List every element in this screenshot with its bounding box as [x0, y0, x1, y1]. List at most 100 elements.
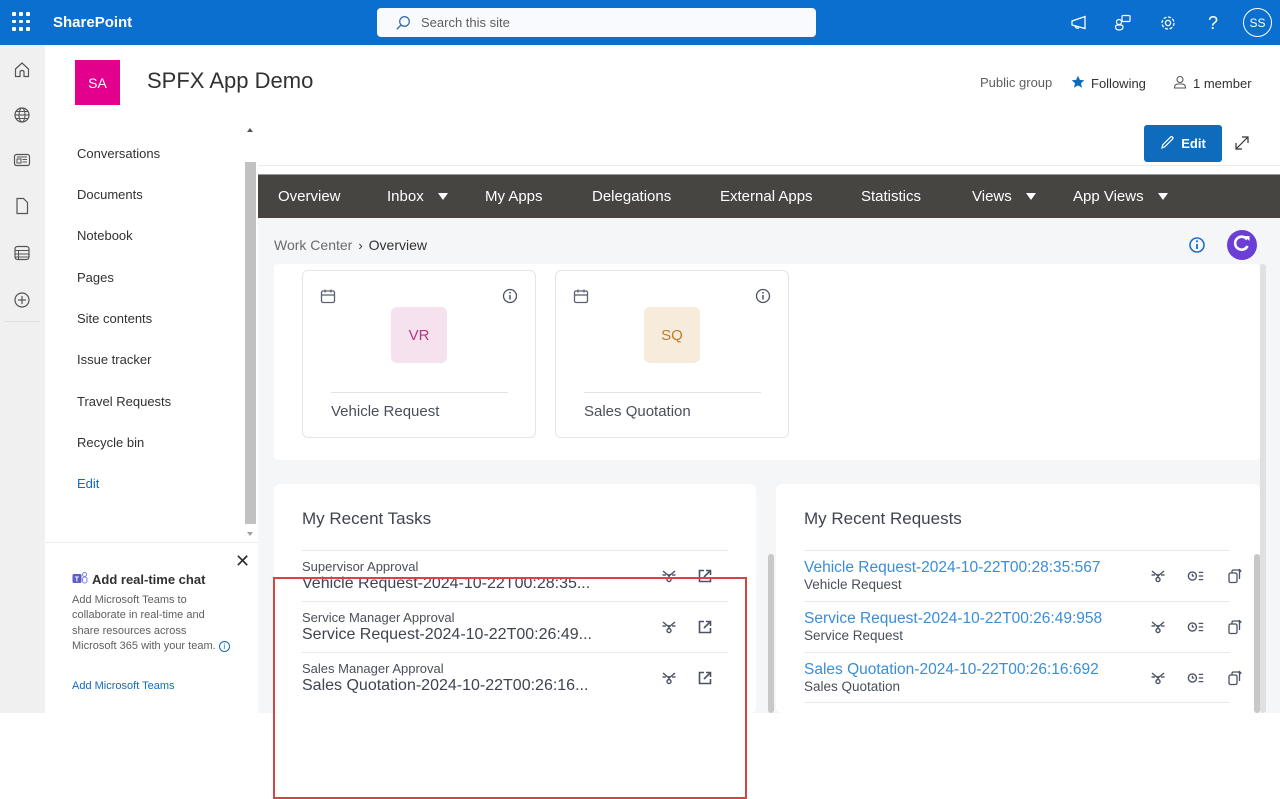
task-row[interactable]: Supervisor Approval Vehicle Request-2024…: [302, 550, 728, 601]
request-row[interactable]: Vehicle Request-2024-10-22T00:28:35:567 …: [804, 550, 1242, 601]
tab-views[interactable]: Views: [972, 188, 1036, 205]
open-external-icon[interactable]: [696, 618, 714, 636]
site-logo[interactable]: SA: [75, 60, 120, 105]
history-icon[interactable]: [1187, 669, 1205, 687]
workflow-icon[interactable]: [1149, 567, 1167, 585]
nav-item-site-contents[interactable]: Site contents: [77, 311, 152, 326]
request-title-link[interactable]: Vehicle Request-2024-10-22T00:28:35:567: [804, 559, 1100, 577]
user-avatar[interactable]: SS: [1243, 8, 1272, 37]
news-icon[interactable]: [12, 150, 32, 170]
open-external-icon[interactable]: [696, 567, 714, 585]
workflow-icon[interactable]: [660, 669, 678, 687]
history-icon[interactable]: [1187, 618, 1205, 636]
add-icon[interactable]: [12, 290, 32, 310]
info-icon[interactable]: i: [218, 640, 230, 652]
task-step: Service Manager Approval: [302, 610, 455, 625]
app-card-vehicle-request[interactable]: VR Vehicle Request: [302, 270, 536, 438]
main-content: Edit Overview Inbox My Apps Delegations …: [258, 122, 1280, 799]
left-nav-scrollbar[interactable]: [244, 122, 258, 542]
person-icon: [1173, 75, 1187, 92]
task-step: Sales Manager Approval: [302, 661, 444, 676]
megaphone-icon[interactable]: [1069, 13, 1089, 33]
workflow-icon[interactable]: [660, 618, 678, 636]
nav-item-conversations[interactable]: Conversations: [77, 146, 160, 161]
help-icon[interactable]: ?: [1203, 13, 1223, 33]
info-icon[interactable]: [1188, 236, 1206, 259]
nav-edit-link[interactable]: Edit: [77, 476, 99, 491]
sharepoint-brand[interactable]: SharePoint: [53, 14, 132, 31]
nav-item-pages[interactable]: Pages: [77, 270, 114, 285]
group-type: Public group: [980, 75, 1052, 90]
close-icon[interactable]: ✕: [235, 551, 250, 572]
nav-item-travel-requests[interactable]: Travel Requests: [77, 394, 171, 409]
expand-icon[interactable]: [1233, 134, 1251, 157]
refresh-icon: [1232, 233, 1252, 258]
workflow-icon[interactable]: [1149, 618, 1167, 636]
calendar-icon[interactable]: [573, 288, 589, 309]
search-input[interactable]: [421, 12, 801, 33]
scroll-down-arrow[interactable]: [247, 532, 253, 536]
breadcrumb-root[interactable]: Work Center: [274, 237, 352, 253]
app-card-sales-quotation[interactable]: SQ Sales Quotation: [555, 270, 789, 438]
waffle-icon[interactable]: [12, 12, 32, 32]
tab-external-apps[interactable]: External Apps: [720, 188, 813, 205]
list-icon[interactable]: [12, 243, 32, 263]
tab-statistics[interactable]: Statistics: [861, 188, 921, 205]
app-bar: [0, 45, 45, 713]
request-title-link[interactable]: Sales Quotation-2024-10-22T00:26:16:692: [804, 661, 1099, 679]
app-badge: VR: [391, 307, 447, 363]
info-icon[interactable]: [502, 288, 518, 309]
copy-request-icon[interactable]: [1226, 669, 1244, 687]
edit-page-button[interactable]: Edit: [1144, 125, 1222, 162]
tab-delegations[interactable]: Delegations: [592, 188, 671, 205]
tab-my-apps[interactable]: My Apps: [485, 188, 543, 205]
home-icon[interactable]: [12, 60, 32, 80]
main-scrollbar[interactable]: [1260, 264, 1266, 713]
tab-overview[interactable]: Overview: [278, 188, 341, 205]
calendar-icon[interactable]: [320, 288, 336, 309]
teams-promo-description: Add Microsoft Teams to collaborate in re…: [72, 593, 232, 654]
request-app: Sales Quotation: [804, 679, 901, 694]
nav-item-documents[interactable]: Documents: [77, 187, 143, 202]
tasks-scrollbar[interactable]: [768, 554, 774, 713]
nav-item-recycle-bin[interactable]: Recycle bin: [77, 435, 144, 450]
info-icon[interactable]: [755, 288, 771, 309]
breadcrumb-separator: ›: [358, 237, 363, 253]
search-box[interactable]: [377, 8, 816, 37]
tab-inbox[interactable]: Inbox: [387, 188, 448, 205]
scroll-thumb[interactable]: [245, 162, 256, 524]
site-header: SA SPFX App Demo Public group Following …: [45, 45, 1280, 122]
requests-scrollbar[interactable]: [1254, 554, 1260, 713]
task-title[interactable]: Service Request-2024-10-22T00:26:49...: [302, 626, 592, 644]
request-title-link[interactable]: Service Request-2024-10-22T00:26:49:958: [804, 610, 1102, 628]
site-title[interactable]: SPFX App Demo: [147, 68, 313, 94]
appbar-divider: [4, 321, 40, 322]
tab-label: My Apps: [485, 188, 543, 205]
command-bar: Edit: [258, 122, 1280, 166]
add-teams-link[interactable]: Add Microsoft Teams: [72, 680, 175, 692]
members-button[interactable]: 1 member: [1173, 75, 1252, 92]
workflow-icon[interactable]: [1149, 669, 1167, 687]
request-row[interactable]: Service Request-2024-10-22T00:26:49:958 …: [804, 601, 1242, 652]
scroll-up-arrow[interactable]: [247, 128, 253, 132]
task-title[interactable]: Sales Quotation-2024-10-22T00:26:16...: [302, 677, 588, 695]
nav-item-notebook[interactable]: Notebook: [77, 228, 133, 243]
task-title[interactable]: Vehicle Request-2024-10-22T00:28:35...: [302, 575, 590, 593]
refresh-button[interactable]: [1227, 230, 1257, 260]
task-row[interactable]: Service Manager Approval Service Request…: [302, 601, 728, 652]
teams-chat-icon[interactable]: [1113, 13, 1133, 33]
gear-icon[interactable]: [1158, 13, 1178, 33]
history-icon[interactable]: [1187, 567, 1205, 585]
tab-label: External Apps: [720, 188, 813, 205]
workflow-icon[interactable]: [660, 567, 678, 585]
tab-app-views[interactable]: App Views: [1073, 188, 1168, 205]
copy-request-icon[interactable]: [1226, 618, 1244, 636]
following-button[interactable]: Following: [1071, 75, 1146, 92]
nav-item-issue-tracker[interactable]: Issue tracker: [77, 352, 151, 367]
document-icon[interactable]: [12, 196, 32, 216]
globe-icon[interactable]: [12, 105, 32, 125]
open-external-icon[interactable]: [696, 669, 714, 687]
copy-request-icon[interactable]: [1226, 567, 1244, 585]
task-row[interactable]: Sales Manager Approval Sales Quotation-2…: [302, 652, 728, 703]
request-row[interactable]: Sales Quotation-2024-10-22T00:26:16:692 …: [804, 652, 1242, 703]
